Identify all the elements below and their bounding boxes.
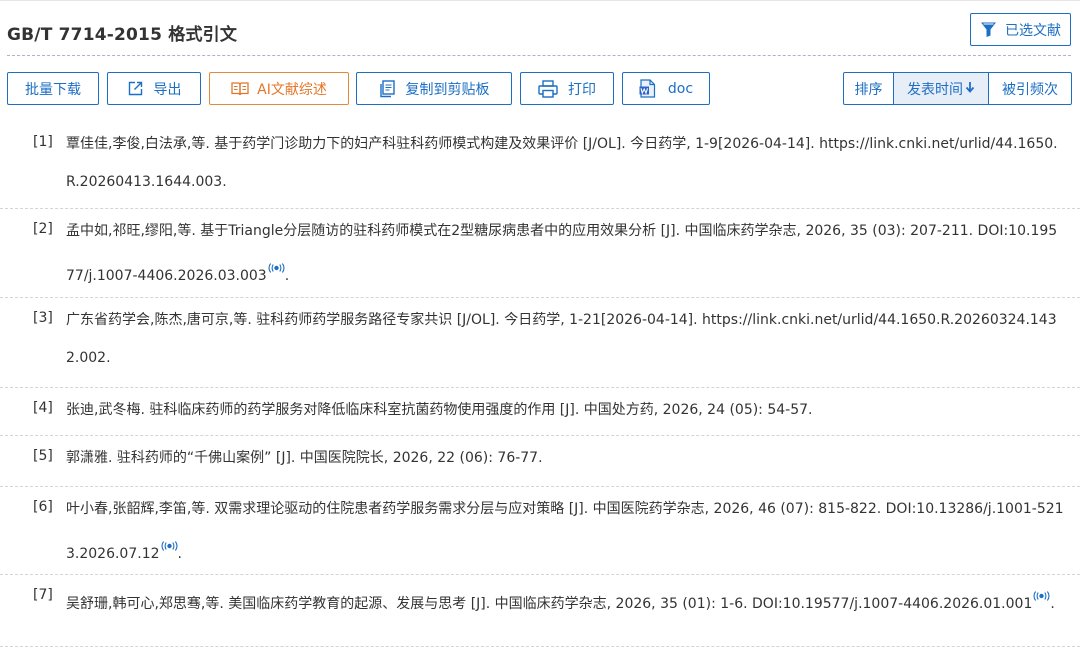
reference-number: [6]: [33, 499, 53, 515]
reference-number: [1]: [33, 134, 53, 150]
sort-by-citation-button[interactable]: 被引频次: [989, 73, 1071, 104]
clipboard-icon: [379, 79, 396, 98]
reference-number: [2]: [33, 221, 53, 237]
printer-icon: [538, 79, 558, 98]
ai-review-label: AI文献综述: [257, 81, 327, 98]
reference-list: [1] 覃佳佳,李俊,白法承,等. 基于药学门诊助力下的妇产科驻科药师模式构建及效…: [0, 122, 1080, 647]
print-label: 打印: [568, 81, 596, 98]
sort-by-citation-label: 被引频次: [1002, 81, 1058, 98]
reference-text: 叶小春,张韶辉,李笛,等. 双需求理论驱动的住院患者药学服务需求分层与应对策略 …: [66, 501, 1064, 562]
sort-label-text: 排序: [854, 81, 883, 98]
reference-number: [4]: [33, 400, 53, 416]
doi-link-icon[interactable]: [268, 250, 285, 288]
header-divider: [7, 55, 1071, 56]
batch-download-label: 批量下载: [25, 81, 81, 98]
export-button[interactable]: 导出: [107, 72, 201, 105]
arrow-down-icon: [965, 81, 975, 97]
export-label: 导出: [153, 81, 182, 98]
reference-number: [5]: [33, 448, 53, 464]
reference-text: 张迪,武冬梅. 驻科临床药师的药学服务对降低临床科室抗菌药物使用强度的作用 [J…: [66, 402, 813, 418]
export-icon: [127, 80, 144, 97]
doc-button[interactable]: doc: [622, 72, 710, 105]
sort-by-date-button[interactable]: 发表时间: [894, 73, 989, 104]
selected-documents-button[interactable]: 已选文献: [970, 13, 1071, 46]
selected-documents-label: 已选文献: [1005, 22, 1061, 39]
doc-label: doc: [667, 80, 694, 97]
reference-item[interactable]: [5] 郭潇雅. 驻科药师的“千佛山案例” [J]. 中国医院院长, 2026, …: [0, 436, 1080, 487]
reference-item[interactable]: [6] 叶小春,张韶辉,李笛,等. 双需求理论驱动的住院患者药学服务需求分层与应对…: [0, 487, 1080, 575]
reference-number: [7]: [33, 587, 53, 603]
header: GB/T 7714-2015 格式引文 已选文献: [0, 0, 1080, 58]
toolbar: 批量下载 导出 AI文献综述 复制到剪贴板 打印 doc 排序 发表时间 被引频…: [0, 72, 1080, 106]
reference-text: 郭潇雅. 驻科药师的“千佛山案例” [J]. 中国医院院长, 2026, 22 …: [66, 450, 543, 466]
reference-tail: .: [177, 546, 182, 562]
book-icon: [231, 81, 249, 96]
reference-tail: .: [284, 268, 290, 284]
copy-to-clipboard-label: 复制到剪贴板: [405, 81, 490, 98]
reference-number: [3]: [33, 310, 53, 326]
filter-icon: [980, 21, 997, 38]
doi-link-icon[interactable]: [1033, 578, 1050, 616]
reference-item[interactable]: [2] 孟中如,祁旺,缪阳,等. 基于Triangle分层随访的驻科药师模式在2型…: [0, 209, 1080, 298]
reference-item[interactable]: [4] 张迪,武冬梅. 驻科临床药师的药学服务对降低临床科室抗菌药物使用强度的作用…: [0, 388, 1080, 436]
reference-text: 吴舒珊,韩可心,郑思骞,等. 美国临床药学教育的起源、发展与思考 [J]. 中国…: [66, 596, 1033, 612]
reference-text: 广东省药学会,陈杰,唐可京,等. 驻科药师药学服务路径专家共识 [J/OL]. …: [66, 312, 1057, 366]
word-doc-icon: [639, 79, 656, 98]
sort-by-date-label: 发表时间: [907, 81, 963, 98]
doi-link-icon[interactable]: [160, 528, 178, 566]
reference-tail: .: [1050, 596, 1055, 612]
page-title: GB/T 7714-2015 格式引文: [7, 25, 238, 45]
ai-review-button[interactable]: AI文献综述: [209, 72, 349, 105]
sort-label: 排序: [844, 73, 894, 104]
reference-text: 覃佳佳,李俊,白法承,等. 基于药学门诊助力下的妇产科驻科药师模式构建及效果评价…: [66, 136, 1058, 190]
print-button[interactable]: 打印: [520, 72, 614, 105]
sort-group: 排序 发表时间 被引频次: [843, 72, 1072, 105]
reference-item[interactable]: [1] 覃佳佳,李俊,白法承,等. 基于药学门诊助力下的妇产科驻科药师模式构建及效…: [0, 122, 1080, 209]
reference-item[interactable]: [7] 吴舒珊,韩可心,郑思骞,等. 美国临床药学教育的起源、发展与思考 [J].…: [0, 575, 1080, 647]
reference-text: 孟中如,祁旺,缪阳,等. 基于Triangle分层随访的驻科药师模式在2型糖尿病…: [66, 223, 1058, 284]
copy-to-clipboard-button[interactable]: 复制到剪贴板: [356, 72, 512, 105]
batch-download-button[interactable]: 批量下载: [7, 72, 99, 105]
reference-item[interactable]: [3] 广东省药学会,陈杰,唐可京,等. 驻科药师药学服务路径专家共识 [J/OL…: [0, 298, 1080, 388]
